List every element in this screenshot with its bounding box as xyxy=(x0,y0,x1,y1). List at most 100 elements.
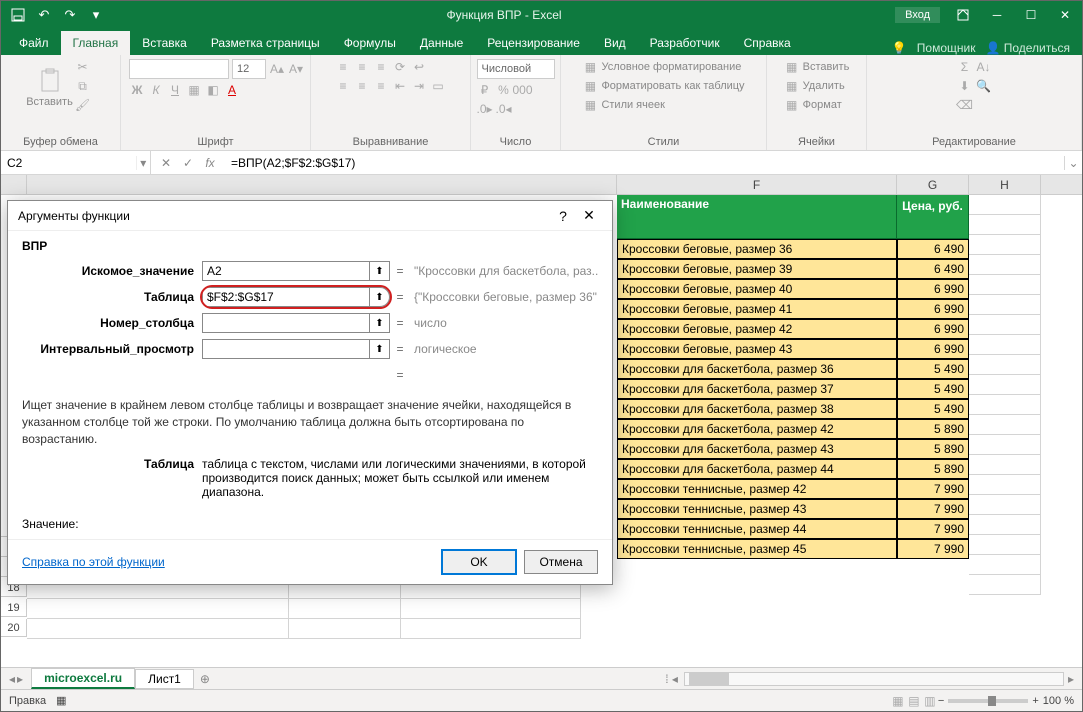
table-row-price[interactable]: 5 890 xyxy=(897,419,969,439)
share-button[interactable]: 👤 Поделиться xyxy=(985,41,1070,55)
table-row-price[interactable]: 5 890 xyxy=(897,439,969,459)
tab-layout[interactable]: Разметка страницы xyxy=(199,31,332,55)
cell-blank[interactable] xyxy=(969,455,1041,475)
col-G[interactable]: G xyxy=(897,175,969,194)
table-row-name[interactable]: Кроссовки для баскетбола, размер 44 xyxy=(617,459,897,479)
table-row-price[interactable]: 6 490 xyxy=(897,239,969,259)
italic-icon[interactable]: К xyxy=(148,82,164,98)
cancel-button[interactable]: Отмена xyxy=(524,550,598,574)
view-normal-icon[interactable]: ▦ xyxy=(890,693,906,709)
cell-blank[interactable] xyxy=(401,619,581,639)
merge-icon[interactable]: ▭ xyxy=(430,78,446,94)
cell-blank[interactable] xyxy=(969,375,1041,395)
indent-dec-icon[interactable]: ⇤ xyxy=(392,78,408,94)
tab-home[interactable]: Главная xyxy=(61,31,131,55)
cell-blank[interactable] xyxy=(969,415,1041,435)
header-name[interactable]: Наименование xyxy=(617,195,897,239)
tab-view[interactable]: Вид xyxy=(592,31,638,55)
table-row-name[interactable]: Кроссовки теннисные, размер 42 xyxy=(617,479,897,499)
row-head[interactable]: 19 xyxy=(1,599,27,617)
zoom-out-icon[interactable]: − xyxy=(938,695,944,707)
collapse-icon[interactable]: ⬆ xyxy=(369,314,389,332)
ok-button[interactable]: OK xyxy=(442,550,516,574)
cell-blank[interactable] xyxy=(969,295,1041,315)
clear-icon[interactable]: ⌫ xyxy=(957,97,973,113)
table-row-name[interactable]: Кроссовки для баскетбола, размер 36 xyxy=(617,359,897,379)
find-icon[interactable]: 🔍 xyxy=(976,78,992,94)
align-bot-icon[interactable]: ≡ xyxy=(373,59,389,75)
collapse-icon[interactable]: ⬆ xyxy=(369,340,389,358)
decrease-font-icon[interactable]: A▾ xyxy=(288,61,304,77)
table-row-name[interactable]: Кроссовки теннисные, размер 43 xyxy=(617,499,897,519)
cell-blank[interactable] xyxy=(27,599,289,619)
dialog-help-link[interactable]: Справка по этой функции xyxy=(22,555,434,569)
cell-blank[interactable] xyxy=(969,315,1041,335)
orientation-icon[interactable]: ⟳ xyxy=(392,59,408,75)
underline-icon[interactable]: Ч xyxy=(167,82,183,98)
cell-blank[interactable] xyxy=(969,535,1041,555)
col-H[interactable]: H xyxy=(969,175,1041,194)
cells-insert[interactable]: ▦Вставить xyxy=(784,59,850,75)
table-row-price[interactable]: 7 990 xyxy=(897,499,969,519)
sort-icon[interactable]: A↓ xyxy=(976,59,992,75)
maximize-icon[interactable]: ☐ xyxy=(1014,1,1048,29)
font-name[interactable] xyxy=(129,59,229,79)
font-size[interactable]: 12 xyxy=(232,59,266,79)
cell-blank[interactable] xyxy=(969,255,1041,275)
tab-data[interactable]: Данные xyxy=(408,31,475,55)
macro-record-icon[interactable]: ▦ xyxy=(56,694,66,707)
collapse-icon[interactable]: ⬆ xyxy=(369,262,389,280)
undo-icon[interactable]: ↶ xyxy=(33,4,55,26)
tab-developer[interactable]: Разработчик xyxy=(638,31,732,55)
table-row-price[interactable]: 5 490 xyxy=(897,359,969,379)
format-as-table[interactable]: ▦Форматировать как таблицу xyxy=(582,78,744,94)
currency-icon[interactable]: ₽ xyxy=(477,82,493,98)
sheet-tab-2[interactable]: Лист1 xyxy=(135,669,194,689)
cut-icon[interactable]: ✂ xyxy=(75,59,91,75)
view-layout-icon[interactable]: ▤ xyxy=(906,693,922,709)
cells-delete[interactable]: ▦Удалить xyxy=(784,78,845,94)
conditional-format[interactable]: ▦Условное форматирование xyxy=(582,59,741,75)
paste-button[interactable]: Вставить xyxy=(31,59,69,117)
tab-insert[interactable]: Вставка xyxy=(130,31,199,55)
dec-decimal-icon[interactable]: .0◂ xyxy=(496,101,512,117)
autosum-icon[interactable]: Σ xyxy=(957,59,973,75)
table-row-name[interactable]: Кроссовки беговые, размер 40 xyxy=(617,279,897,299)
cell-blank[interactable] xyxy=(969,515,1041,535)
border-icon[interactable]: ▦ xyxy=(186,82,202,98)
tab-review[interactable]: Рецензирование xyxy=(475,31,592,55)
tab-help[interactable]: Справка xyxy=(732,31,803,55)
table-row-name[interactable]: Кроссовки беговые, размер 43 xyxy=(617,339,897,359)
dialog-help-icon[interactable]: ? xyxy=(550,208,576,224)
cell-blank[interactable] xyxy=(969,495,1041,515)
fill-icon[interactable]: ⬇ xyxy=(957,78,973,94)
cell-blank[interactable] xyxy=(969,335,1041,355)
arg-col-input[interactable] xyxy=(203,314,369,332)
table-row-price[interactable]: 6 990 xyxy=(897,279,969,299)
align-left-icon[interactable]: ≡ xyxy=(335,78,351,94)
fx-icon[interactable]: fx xyxy=(201,156,219,170)
table-row-price[interactable]: 6 490 xyxy=(897,259,969,279)
cell-blank[interactable] xyxy=(27,619,289,639)
cell-blank[interactable] xyxy=(289,599,401,619)
table-row-name[interactable]: Кроссовки для баскетбола, размер 42 xyxy=(617,419,897,439)
table-row-price[interactable]: 6 990 xyxy=(897,339,969,359)
table-row-name[interactable]: Кроссовки для баскетбола, размер 37 xyxy=(617,379,897,399)
collapse-icon[interactable]: ⬆ xyxy=(369,288,389,306)
table-row-price[interactable]: 5 890 xyxy=(897,459,969,479)
select-all[interactable] xyxy=(1,175,27,194)
cell-blank[interactable] xyxy=(289,619,401,639)
header-price[interactable]: Цена, руб. xyxy=(897,195,969,239)
table-row-name[interactable]: Кроссовки беговые, размер 39 xyxy=(617,259,897,279)
cells-format[interactable]: ▦Формат xyxy=(784,97,842,113)
table-row-price[interactable]: 5 490 xyxy=(897,399,969,419)
sheet-prev-icon[interactable]: ◂ xyxy=(9,672,15,686)
tell-me[interactable]: Помощник xyxy=(917,41,976,55)
ribbon-options-icon[interactable] xyxy=(946,1,980,29)
table-row-name[interactable]: Кроссовки беговые, размер 41 xyxy=(617,299,897,319)
font-color-icon[interactable]: А xyxy=(224,82,240,98)
sheet-tab-1[interactable]: microexcel.ru xyxy=(31,668,135,689)
increase-font-icon[interactable]: A▴ xyxy=(269,61,285,77)
save-icon[interactable] xyxy=(7,4,29,26)
tab-file[interactable]: Файл xyxy=(7,31,61,55)
